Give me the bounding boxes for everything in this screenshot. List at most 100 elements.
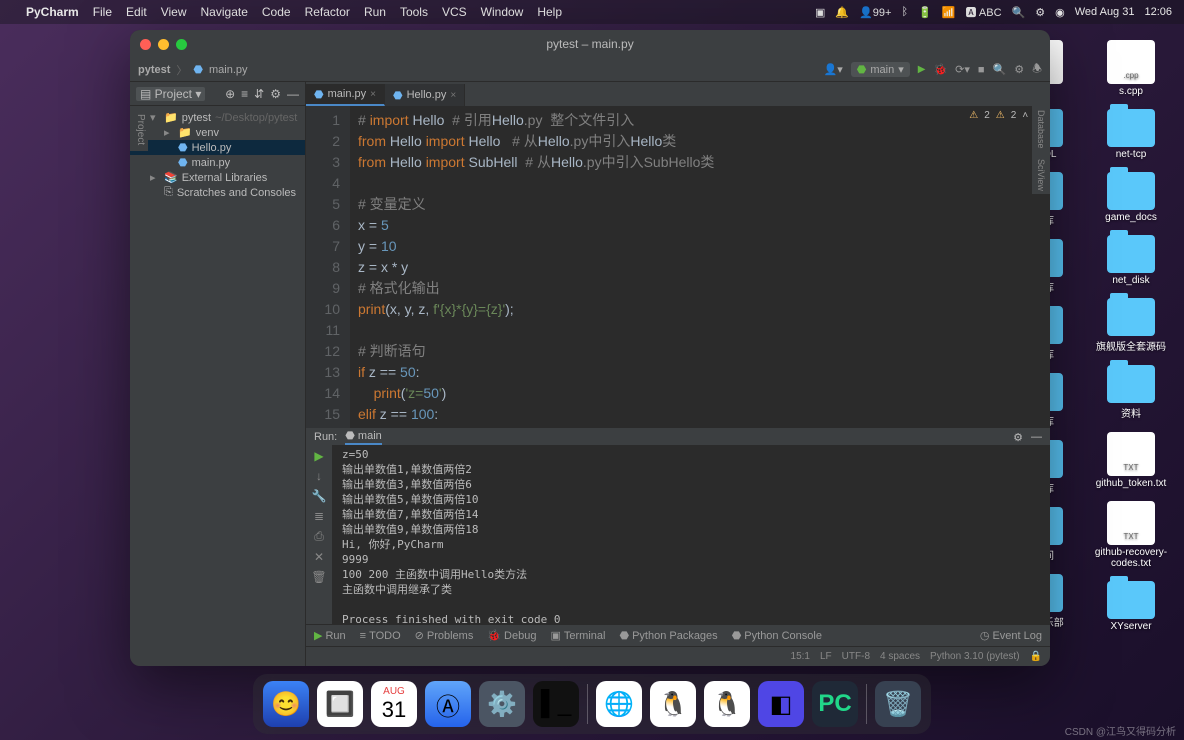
- desktop-item[interactable]: XYserver: [1107, 581, 1155, 632]
- status-battery-icon[interactable]: 🔋: [918, 6, 932, 19]
- dock-calendar[interactable]: AUG31: [371, 681, 417, 727]
- menu-tools[interactable]: Tools: [400, 5, 428, 19]
- stop-run-button[interactable]: ↓: [316, 469, 322, 483]
- breadcrumb-project[interactable]: pytest: [138, 64, 170, 76]
- status-indent[interactable]: 4 spaces: [880, 651, 920, 662]
- run-settings-icon[interactable]: ⚙: [1013, 431, 1023, 444]
- soft-wrap-icon[interactable]: 🔧: [312, 489, 327, 503]
- expand-all-icon[interactable]: ≡: [241, 87, 248, 101]
- zoom-window-button[interactable]: [176, 39, 187, 50]
- menubar-date[interactable]: Wed Aug 31: [1075, 6, 1135, 18]
- run-button[interactable]: ▶: [918, 64, 926, 75]
- status-line-sep[interactable]: LF: [820, 651, 832, 662]
- tree-row[interactable]: ⬣main.py: [130, 155, 305, 170]
- stripe-sciview[interactable]: SciView: [1036, 155, 1046, 195]
- status-siri-icon[interactable]: ◉: [1055, 6, 1065, 19]
- tree-row[interactable]: ⬣Hello.py: [130, 140, 305, 155]
- project-view-selector[interactable]: ▤ Project ▾: [136, 87, 205, 101]
- tool-event-log[interactable]: ◷ Event Log: [980, 629, 1042, 642]
- collapse-all-icon[interactable]: ⇵: [254, 87, 264, 101]
- add-config-icon[interactable]: 👤▾: [824, 63, 843, 76]
- notifications-icon[interactable]: 🕭: [1032, 60, 1042, 79]
- hide-tool-icon[interactable]: —: [287, 87, 299, 101]
- tree-row[interactable]: ▾📁pytest ~/Desktop/pytest: [130, 110, 305, 125]
- close-window-button[interactable]: [140, 39, 151, 50]
- coverage-button[interactable]: ⟳▾: [955, 63, 970, 76]
- menu-code[interactable]: Code: [262, 5, 291, 19]
- scroll-end-icon[interactable]: ≣: [314, 509, 324, 523]
- status-interpreter[interactable]: Python 3.10 (pytest): [930, 651, 1020, 662]
- inspection-up-icon[interactable]: ˄: [1022, 110, 1028, 121]
- inspection-widget[interactable]: ⚠2 ⚠2 ˄ ˅: [969, 110, 1040, 121]
- dock-trash[interactable]: 🗑️: [875, 681, 921, 727]
- menu-edit[interactable]: Edit: [126, 5, 147, 19]
- desktop-item[interactable]: github-recovery-codes.txt: [1086, 501, 1176, 569]
- trash-icon[interactable]: 🗑: [311, 570, 326, 584]
- status-lock-icon[interactable]: 🔒: [1030, 651, 1042, 662]
- desktop-item[interactable]: net-tcp: [1107, 109, 1155, 160]
- window-titlebar[interactable]: pytest – main.py: [130, 30, 1050, 58]
- tool-debug[interactable]: 🐞 Debug: [487, 629, 536, 642]
- menubar-time[interactable]: 12:06: [1144, 6, 1172, 18]
- select-opened-file-icon[interactable]: ⊕: [225, 87, 235, 101]
- status-wifi-icon[interactable]: 📶: [942, 6, 956, 19]
- status-bell-icon[interactable]: 🔔: [835, 6, 849, 19]
- ide-settings-icon[interactable]: ⚙: [1014, 63, 1024, 76]
- code-editor[interactable]: 123456789101112131415 # import Hello # 引…: [306, 106, 1050, 428]
- minimize-window-button[interactable]: [158, 39, 169, 50]
- run-output[interactable]: z=50 输出单数值1,单数值两倍2 输出单数值3,单数值两倍6 输出单数值5,…: [332, 445, 1050, 629]
- editor-tab[interactable]: ⬣Hello.py ×: [385, 84, 465, 106]
- dock-qq[interactable]: 🐧: [650, 681, 696, 727]
- status-screen-icon[interactable]: ▣: [815, 6, 825, 19]
- dock-finder[interactable]: 😊: [263, 681, 309, 727]
- status-control-center-icon[interactable]: ⚙: [1035, 6, 1045, 19]
- run-tab-main[interactable]: ⬣ main: [345, 429, 382, 445]
- settings-icon[interactable]: ⚙: [270, 87, 281, 101]
- desktop-item[interactable]: net_disk: [1107, 235, 1155, 286]
- editor-tab[interactable]: ⬣main.py ×: [306, 84, 385, 106]
- dock-appstore[interactable]: Ⓐ: [425, 681, 471, 727]
- print-icon[interactable]: ⎙: [314, 529, 324, 544]
- menu-navigate[interactable]: Navigate: [201, 5, 248, 19]
- dock-qq2[interactable]: 🐧: [704, 681, 750, 727]
- status-spotlight-icon[interactable]: 🔍: [1012, 6, 1026, 19]
- menu-window[interactable]: Window: [481, 5, 524, 19]
- menu-file[interactable]: File: [93, 5, 112, 19]
- menu-vcs[interactable]: VCS: [442, 5, 467, 19]
- status-caret-pos[interactable]: 15:1: [791, 651, 810, 662]
- debug-button[interactable]: 🐞: [933, 63, 947, 76]
- status-input-source[interactable]: 🅰 ABC: [965, 4, 1001, 20]
- stop-button[interactable]: ■: [978, 64, 985, 76]
- dock-chrome[interactable]: 🌐: [596, 681, 642, 727]
- code-content[interactable]: # import Hello # 引用Hello.py 整个文件引入 from …: [350, 106, 1050, 428]
- stripe-project[interactable]: Project: [130, 108, 148, 151]
- dock-terminal[interactable]: ▌_: [533, 681, 579, 727]
- desktop-item[interactable]: game_docs: [1105, 172, 1157, 223]
- desktop-item[interactable]: 旗舰版全套源码: [1096, 298, 1166, 353]
- dock-settings[interactable]: ⚙️: [479, 681, 525, 727]
- tool-problems[interactable]: ⊘ Problems: [415, 629, 474, 642]
- tree-row[interactable]: ⎘Scratches and Consoles: [130, 185, 305, 200]
- tree-row[interactable]: ▸📁venv: [130, 125, 305, 140]
- desktop-item[interactable]: 资料: [1107, 365, 1155, 420]
- stripe-database[interactable]: Database: [1036, 106, 1046, 153]
- project-tree[interactable]: ▾📁pytest ~/Desktop/pytest▸📁venv⬣Hello.py…: [130, 106, 305, 204]
- tool-terminal[interactable]: ▣ Terminal: [550, 629, 605, 642]
- run-hide-icon[interactable]: —: [1031, 431, 1042, 443]
- status-encoding[interactable]: UTF-8: [842, 651, 870, 662]
- dock-pycharm[interactable]: PC: [812, 681, 858, 727]
- menu-view[interactable]: View: [161, 5, 187, 19]
- status-notif-count[interactable]: 👤99+: [859, 6, 891, 19]
- traffic-lights[interactable]: [140, 39, 187, 50]
- breadcrumb-file[interactable]: main.py: [209, 64, 248, 76]
- dock-launchpad[interactable]: 🔲: [317, 681, 363, 727]
- status-bluetooth-icon[interactable]: ᛒ: [901, 6, 908, 18]
- menu-run[interactable]: Run: [364, 5, 386, 19]
- search-everywhere-icon[interactable]: 🔍: [993, 63, 1007, 76]
- run-config-selector[interactable]: ⬣main ▾: [851, 62, 910, 77]
- menu-refactor[interactable]: Refactor: [305, 5, 350, 19]
- tool-run[interactable]: ▶Run: [314, 629, 346, 642]
- dock-app-generic[interactable]: ◧: [758, 681, 804, 727]
- desktop-item[interactable]: s.cpp: [1107, 40, 1155, 97]
- tool-python-packages[interactable]: ⬣ Python Packages: [619, 629, 717, 642]
